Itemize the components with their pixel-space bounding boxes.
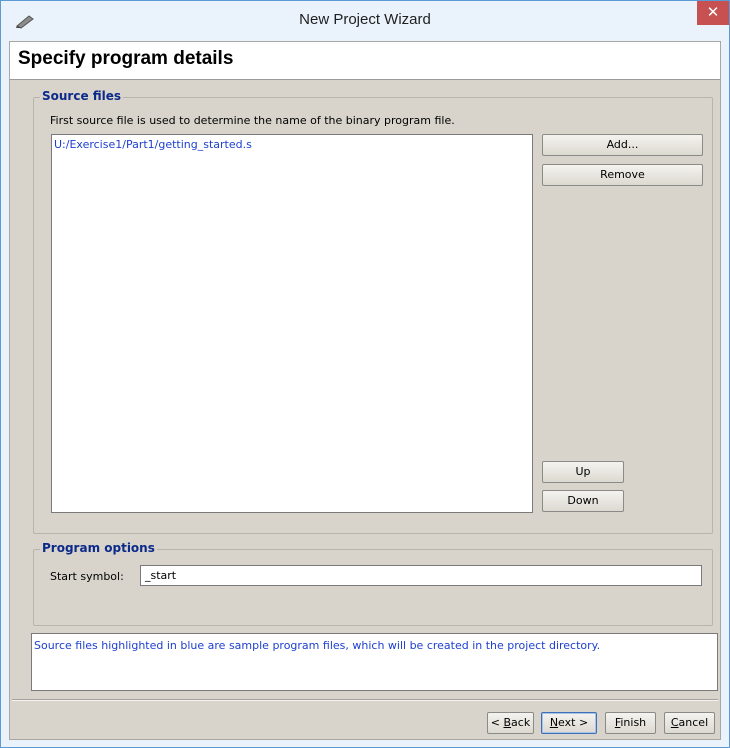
next-button[interactable]: Next > — [541, 712, 597, 734]
back-button-mnemonic: B — [503, 716, 512, 729]
title-bar[interactable]: New Project Wizard ✕ — [1, 1, 729, 41]
back-button[interactable]: < Back — [487, 712, 534, 734]
list-item[interactable]: U:/Exercise1/Part1/getting_started.s — [54, 138, 252, 151]
next-button-rest: ext > — [558, 716, 589, 729]
start-symbol-input[interactable]: _start — [140, 565, 702, 586]
cancel-button[interactable]: Cancel — [664, 712, 715, 734]
back-button-prefix: < — [490, 716, 504, 729]
cancel-button-rest: ancel — [678, 716, 709, 729]
close-button[interactable]: ✕ — [697, 1, 729, 25]
footer-separator — [12, 699, 718, 701]
wizard-window: New Project Wizard ✕ Specify program det… — [0, 0, 730, 748]
cancel-button-mnemonic: C — [670, 716, 679, 729]
program-options-group: Program options — [33, 541, 713, 626]
program-options-legend: Program options — [40, 541, 157, 555]
close-icon: ✕ — [706, 3, 720, 21]
page-header: Specify program details — [10, 42, 720, 80]
add-button[interactable]: Add... — [542, 134, 703, 156]
finish-button[interactable]: Finish — [605, 712, 656, 734]
back-button-rest: ack — [511, 716, 531, 729]
remove-button[interactable]: Remove — [542, 164, 703, 186]
up-button[interactable]: Up — [542, 461, 624, 483]
source-files-list[interactable]: U:/Exercise1/Part1/getting_started.s — [51, 134, 533, 513]
window-title: New Project Wizard — [299, 11, 431, 28]
wizard-page: Specify program details Source files Fir… — [9, 41, 721, 740]
source-files-legend: Source files — [40, 89, 124, 103]
down-button[interactable]: Down — [542, 490, 624, 512]
source-files-hint: First source file is used to determine t… — [50, 114, 455, 127]
info-text: Source files highlighted in blue are sam… — [34, 639, 601, 652]
finish-button-rest: inish — [620, 716, 647, 729]
start-symbol-label: Start symbol: — [50, 570, 124, 583]
next-button-mnemonic: N — [549, 716, 559, 729]
page-title: Specify program details — [18, 48, 234, 69]
info-box: Source files highlighted in blue are sam… — [31, 633, 718, 691]
